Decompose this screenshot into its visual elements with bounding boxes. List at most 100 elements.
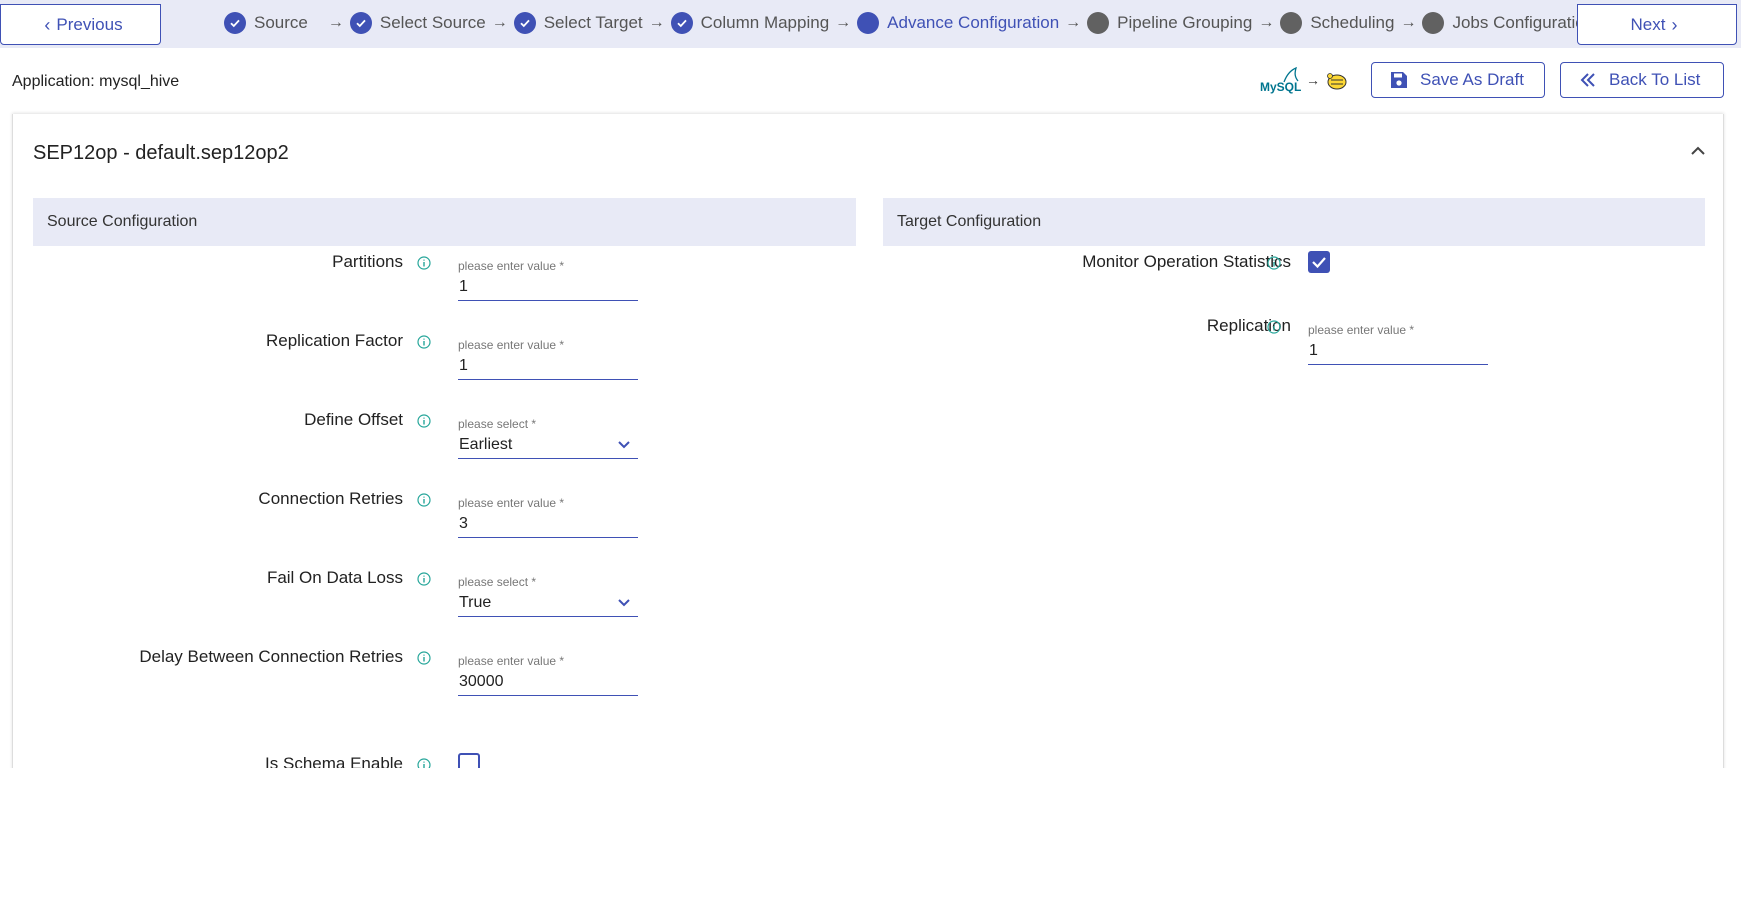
step-arrow: → [1400,14,1417,31]
partitions-label: Partitions [332,252,403,271]
step-advance-configuration[interactable]: Advance Configuration [857,12,1059,34]
field-placeholder: please enter value * [1308,323,1415,337]
chevron-left-icon: ‹ [44,14,51,35]
floppy-disk-icon [1391,72,1407,88]
stepper: Source → Select Source → Select Target →… [224,10,1594,36]
save-as-draft-label: Save As Draft [1420,70,1524,89]
step-arrow: → [1065,14,1082,31]
pending-step-dot-icon [1087,12,1110,34]
info-icon[interactable] [417,651,431,665]
connection-retries-label: Connection Retries [258,489,403,508]
info-icon[interactable] [1267,320,1281,334]
partitions-input[interactable]: please enter value * 1 [458,259,638,301]
field-value: 3 [458,512,638,538]
step-label: Jobs Configuration [1452,13,1595,32]
card-title: SEP12op - default.sep12op2 [33,142,289,164]
step-label: Select Source [379,13,486,32]
next-button[interactable]: Next › [1577,4,1737,45]
field-placeholder: please enter value * [458,259,565,273]
step-scheduling[interactable]: Scheduling [1280,12,1394,34]
previous-button[interactable]: ‹ Previous [0,4,161,45]
pending-step-dot-icon [1422,12,1445,34]
step-arrow: → [1258,14,1275,31]
field-value: 1 [458,354,638,380]
application-name: Application: mysql_hive [12,73,180,90]
back-to-list-button[interactable]: Back To List [1560,62,1724,98]
step-label: Pipeline Grouping [1117,13,1253,32]
pending-step-dot-icon [1280,12,1303,34]
dolphin-icon [1283,66,1299,83]
select-value: Earliest [458,433,638,459]
step-arrow: → [648,14,665,31]
save-as-draft-button[interactable]: Save As Draft [1371,62,1545,98]
step-label: Source [254,13,308,32]
field-placeholder: please enter value * [458,654,565,668]
check-circle-icon [513,12,536,34]
target-config-header: Target Configuration [883,198,1705,246]
step-column-mapping[interactable]: Column Mapping [670,12,830,34]
replication-factor-label: Replication Factor [265,331,403,350]
back-to-list-label: Back To List [1609,70,1701,89]
is-schema-enable-label: Is Schema Enable [265,754,403,768]
step-pipeline-grouping[interactable]: Pipeline Grouping [1087,12,1252,34]
check-circle-icon [670,12,693,34]
info-icon[interactable] [417,572,431,586]
app-viewport: ‹ Previous Source → Select Source → Sele… [0,0,1741,768]
step-source[interactable]: Source [224,12,308,34]
is-schema-enable-checkbox[interactable] [458,753,480,768]
step-arrow: → [491,14,508,31]
select-value: True [458,591,638,617]
info-icon[interactable] [417,493,431,507]
step-arrow: → [835,14,852,31]
field-value: 30000 [458,670,638,696]
step-label: Advance Configuration [887,13,1060,32]
info-icon[interactable] [417,256,431,270]
check-circle-icon [349,12,372,34]
step-arrow: → [327,14,344,31]
fail-on-data-loss-select[interactable]: please select * True [458,575,638,617]
connection-retries-input[interactable]: please enter value * 3 [458,496,638,538]
field-placeholder: please select * [458,575,537,589]
double-chevron-left-icon [1580,73,1595,87]
step-jobs-configuration[interactable]: Jobs Configuration [1422,12,1594,34]
fail-on-data-loss-label: Fail On Data Loss [266,568,403,587]
advance-config-card: SEP12op - default.sep12op2 Source Config… [12,114,1724,768]
field-placeholder: please enter value * [458,338,565,352]
mysql-logo: MySQL [1258,66,1302,94]
info-icon[interactable] [417,758,431,768]
hive-logo-icon [1327,73,1347,90]
chevron-down-icon [618,441,630,449]
monitor-operation-statistics-label: Monitor Operation Statistics [1082,252,1291,271]
chevron-right-icon: › [1671,14,1678,35]
field-value: 1 [1308,339,1488,365]
step-select-source[interactable]: Select Source [349,12,486,34]
replication-input[interactable]: please enter value * 1 [1308,323,1488,365]
info-icon[interactable] [1267,256,1281,270]
field-value: 1 [458,275,638,301]
replication-factor-input[interactable]: please enter value * 1 [458,338,638,380]
define-offset-label: Define Offset [304,410,403,429]
selected-option: True [459,594,492,611]
field-placeholder: please enter value * [458,496,565,510]
pipeline-logos: MySQL → [1258,66,1348,94]
monitor-operation-statistics-checkbox[interactable] [1308,251,1330,273]
next-label: Next [1630,14,1666,34]
step-label: Scheduling [1310,13,1395,32]
chevron-up-icon[interactable] [1687,140,1709,162]
step-select-target[interactable]: Select Target [513,12,643,34]
selected-option: Earliest [459,436,513,453]
info-icon[interactable] [417,335,431,349]
delay-between-retries-label: Delay Between Connection Retries [139,647,403,666]
check-circle-icon [224,12,246,34]
chevron-down-icon [618,599,630,607]
delay-between-retries-input[interactable]: please enter value * 30000 [458,654,638,696]
info-icon[interactable] [417,414,431,428]
field-placeholder: please select * [458,417,537,431]
step-label: Column Mapping [700,13,830,32]
step-label: Select Target [543,13,643,32]
stepper-bar: ‹ Previous Source → Select Source → Sele… [0,0,1741,48]
check-icon [1312,257,1326,269]
define-offset-select[interactable]: please select * Earliest [458,417,638,459]
logo-arrow: → [1306,72,1320,88]
previous-label: Previous [56,14,123,34]
